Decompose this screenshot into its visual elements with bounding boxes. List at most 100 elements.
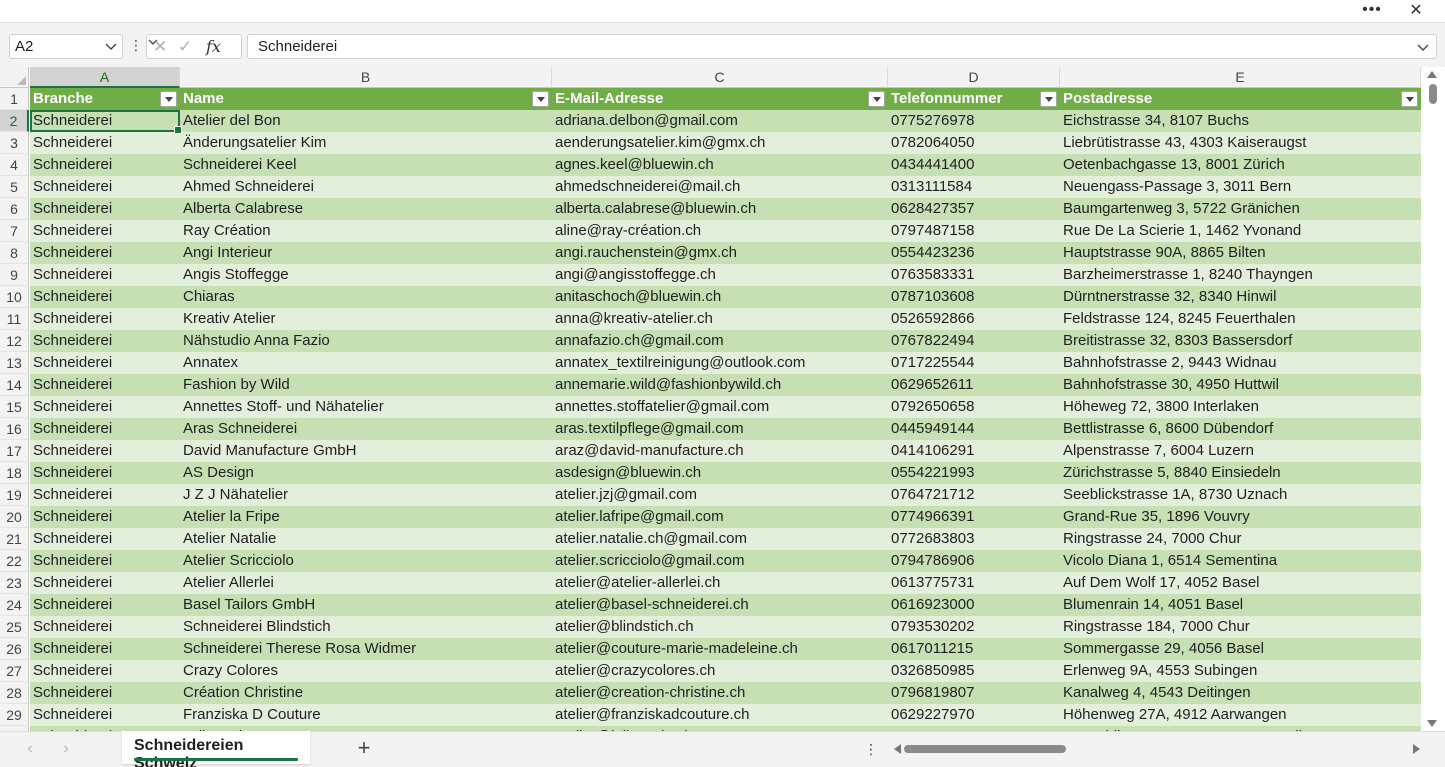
more-options-icon[interactable]: •••	[1357, 0, 1387, 22]
expand-formula-bar-icon[interactable]	[1416, 40, 1430, 54]
table-cell[interactable]: Oetenbachgasse 13, 8001 Zürich	[1060, 154, 1421, 176]
column-header-b[interactable]: B	[180, 67, 552, 88]
table-cell[interactable]: 0767822494	[888, 330, 1060, 352]
column-header-c[interactable]: C	[552, 67, 888, 88]
table-cell[interactable]: Kreativ Atelier	[180, 308, 552, 330]
table-cell[interactable]: Schneiderei	[30, 572, 180, 594]
table-cell[interactable]: atelier.scricciolo@gmail.com	[552, 550, 888, 572]
table-cell[interactable]: Feldstrasse 124, 8245 Feuerthalen	[1060, 308, 1421, 330]
table-cell[interactable]: Schneiderei	[30, 484, 180, 506]
table-cell[interactable]: Schneiderei	[30, 616, 180, 638]
table-cell[interactable]: Alpenstrasse 7, 6004 Luzern	[1060, 440, 1421, 462]
table-cell[interactable]: Sommergasse 29, 4056 Basel	[1060, 638, 1421, 660]
row-header-21[interactable]: 21	[0, 528, 29, 550]
table-cell[interactable]: Schneiderei	[30, 374, 180, 396]
table-cell[interactable]: Schneiderei Therese Rosa Widmer	[180, 638, 552, 660]
table-cell[interactable]: Schneiderei	[30, 352, 180, 374]
table-cell[interactable]: Baumgartenweg 3, 5722 Gränichen	[1060, 198, 1421, 220]
table-cell[interactable]: Ringstrasse 184, 7000 Chur	[1060, 616, 1421, 638]
cancel-icon[interactable]: ✕	[153, 37, 167, 57]
table-cell[interactable]: Schneiderei Blindstich	[180, 616, 552, 638]
horizontal-scroll-thumb[interactable]	[904, 745, 1066, 753]
table-cell[interactable]: 0775276978	[888, 110, 1060, 132]
table-cell[interactable]: 0764721712	[888, 484, 1060, 506]
row-header-23[interactable]: 23	[0, 572, 29, 594]
row-header-29[interactable]: 29	[0, 704, 29, 726]
table-cell[interactable]: Schneiderei	[30, 154, 180, 176]
insert-function-icon[interactable]: fx	[206, 37, 221, 56]
table-cell[interactable]: atelier@creation-christine.ch	[552, 682, 888, 704]
table-cell[interactable]: Atelier la Fripe	[180, 506, 552, 528]
scroll-up-icon[interactable]	[1427, 71, 1437, 78]
table-cell[interactable]: 0326850985	[888, 660, 1060, 682]
table-cell[interactable]: Schneiderei	[30, 704, 180, 726]
header-cell[interactable]: E-Mail-Adresse	[552, 88, 888, 110]
table-cell[interactable]: aras.textilpflege@gmail.com	[552, 418, 888, 440]
table-cell[interactable]: Basel Tailors GmbH	[180, 594, 552, 616]
table-cell[interactable]: araz@david-manufacture.ch	[552, 440, 888, 462]
row-header-22[interactable]: 22	[0, 550, 29, 572]
table-cell[interactable]: atelier.lafripe@gmail.com	[552, 506, 888, 528]
table-cell[interactable]: 0774966391	[888, 506, 1060, 528]
next-sheet-icon[interactable]: ›	[56, 739, 76, 759]
table-cell[interactable]: Schneiderei	[30, 638, 180, 660]
table-cell[interactable]: Dürntnerstrasse 32, 8340 Hinwil	[1060, 286, 1421, 308]
row-header-14[interactable]: 14	[0, 374, 29, 396]
horizontal-scrollbar[interactable]	[892, 740, 1422, 758]
table-cell[interactable]: Franziska D Couture	[180, 704, 552, 726]
table-cell[interactable]: AS Design	[180, 462, 552, 484]
table-cell[interactable]: annatex_textilreinigung@outlook.com	[552, 352, 888, 374]
table-cell[interactable]: 0616923000	[888, 594, 1060, 616]
close-icon[interactable]: ✕	[1403, 0, 1429, 22]
table-cell[interactable]: 0629652611	[888, 374, 1060, 396]
row-header-18[interactable]: 18	[0, 462, 29, 484]
table-cell[interactable]: Zürichstrasse 5, 8840 Einsiedeln	[1060, 462, 1421, 484]
table-cell[interactable]: Kanalweg 4, 4543 Deitingen	[1060, 682, 1421, 704]
table-cell[interactable]: atelier.jzj@gmail.com	[552, 484, 888, 506]
table-cell[interactable]: 0414106291	[888, 440, 1060, 462]
table-cell[interactable]: agnes.keel@bluewin.ch	[552, 154, 888, 176]
table-cell[interactable]: Neuengass-Passage 3, 3011 Bern	[1060, 176, 1421, 198]
table-cell[interactable]: Vicolo Diana 1, 6514 Sementina	[1060, 550, 1421, 572]
select-all-corner[interactable]	[0, 67, 29, 88]
row-header-4[interactable]: 4	[0, 154, 29, 176]
table-cell[interactable]: Schneiderei	[30, 220, 180, 242]
table-cell[interactable]: 0313111584	[888, 176, 1060, 198]
table-cell[interactable]: Crazy Colores	[180, 660, 552, 682]
table-cell[interactable]: Aras Schneiderei	[180, 418, 552, 440]
header-cell[interactable]: Branche	[30, 88, 180, 110]
row-header-20[interactable]: 20	[0, 506, 29, 528]
column-header-e[interactable]: E	[1060, 67, 1421, 88]
row-header-10[interactable]: 10	[0, 286, 29, 308]
table-cell[interactable]: ahmedschneiderei@mail.ch	[552, 176, 888, 198]
table-cell[interactable]: Angis Stoffegge	[180, 264, 552, 286]
table-cell[interactable]: Höhenweg 27A, 4912 Aarwangen	[1060, 704, 1421, 726]
header-cell[interactable]: Name	[180, 88, 552, 110]
row-header-11[interactable]: 11	[0, 308, 29, 330]
table-cell[interactable]: 0554423236	[888, 242, 1060, 264]
table-cell[interactable]: Grand-Rue 35, 1896 Vouvry	[1060, 506, 1421, 528]
table-cell[interactable]: Schneiderei	[30, 176, 180, 198]
table-cell[interactable]: atelier.natalie.ch@gmail.com	[552, 528, 888, 550]
table-cell[interactable]: atelier@franziskadcouture.ch	[552, 704, 888, 726]
table-cell[interactable]: angi@angisstoffegge.ch	[552, 264, 888, 286]
table-cell[interactable]: Schneiderei	[30, 594, 180, 616]
row-header-2[interactable]: 2	[0, 110, 29, 132]
table-cell[interactable]: atelier@crazycolores.ch	[552, 660, 888, 682]
table-cell[interactable]: Ray Création	[180, 220, 552, 242]
table-cell[interactable]: Erlenweg 9A, 4553 Subingen	[1060, 660, 1421, 682]
table-cell[interactable]: Barzheimerstrasse 1, 8240 Thayngen	[1060, 264, 1421, 286]
sheet-tab-active[interactable]: Schneidereien Schweiz	[122, 731, 310, 767]
header-cell[interactable]: Postadresse	[1060, 88, 1421, 110]
table-cell[interactable]: Liebrütistrasse 43, 4303 Kaiseraugst	[1060, 132, 1421, 154]
header-cell[interactable]: Telefonnummer	[888, 88, 1060, 110]
row-header-27[interactable]: 27	[0, 660, 29, 682]
table-cell[interactable]: angi.rauchenstein@gmx.ch	[552, 242, 888, 264]
table-cell[interactable]: Annettes Stoff- und Nähatelier	[180, 396, 552, 418]
filter-dropdown-icon[interactable]	[1401, 91, 1418, 107]
table-cell[interactable]: Blumenrain 14, 4051 Basel	[1060, 594, 1421, 616]
table-cell[interactable]: Bahnhofstrasse 2, 9443 Widnau	[1060, 352, 1421, 374]
table-cell[interactable]: Angi Interieur	[180, 242, 552, 264]
table-cell[interactable]: Atelier del Bon	[180, 110, 552, 132]
plus-icon[interactable]: +	[352, 737, 376, 761]
